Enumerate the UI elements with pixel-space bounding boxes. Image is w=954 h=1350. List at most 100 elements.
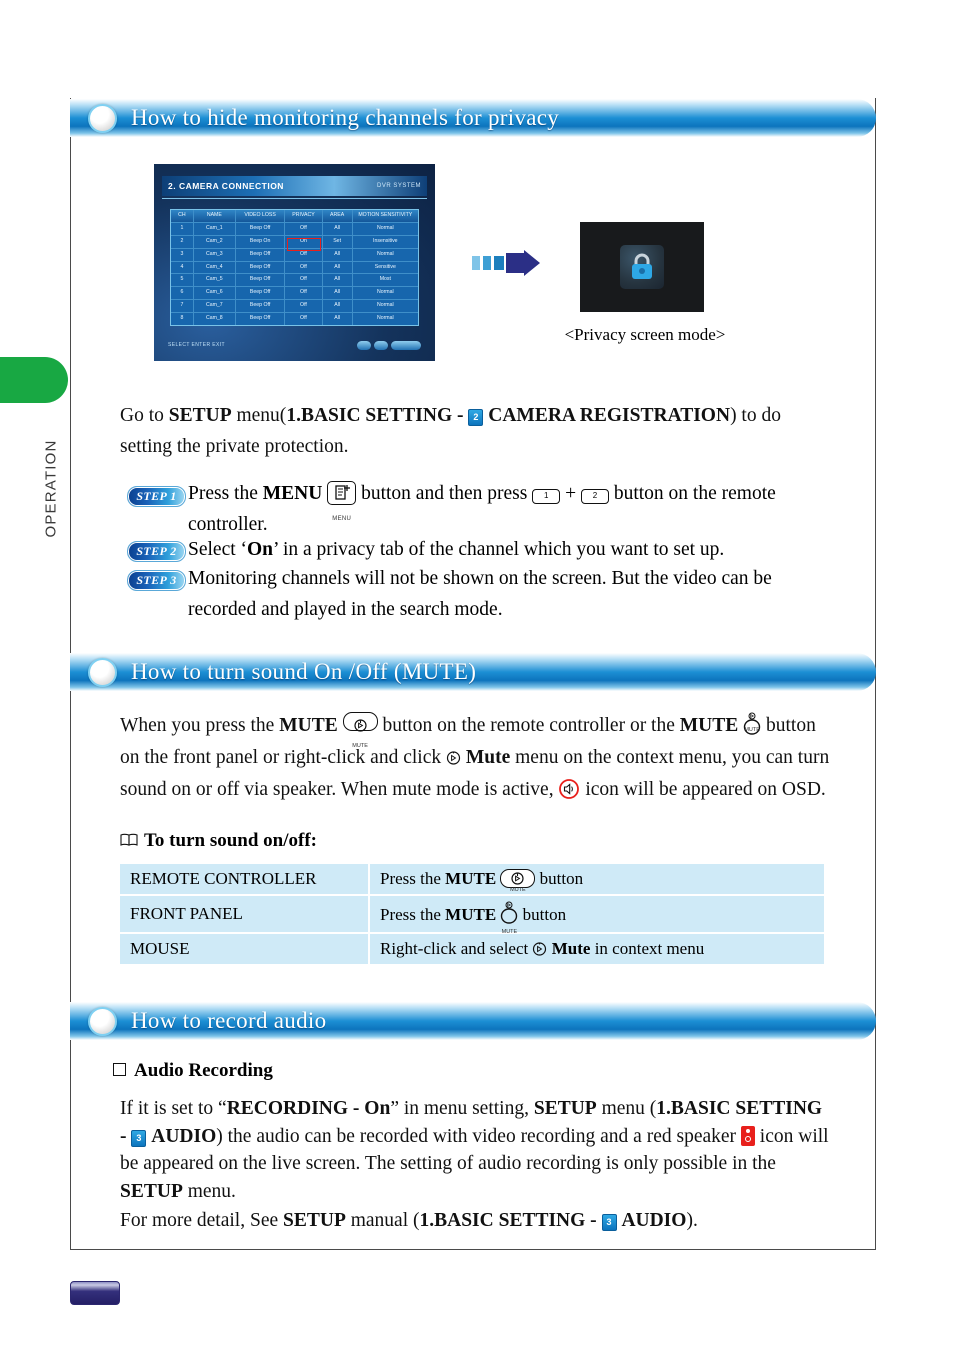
dvr-cell-privacy: Off [285,222,323,235]
privacy-screen-mode-image [580,222,704,312]
context-mute-icon [446,744,461,765]
dvr-cell-ch: 4 [171,261,194,274]
front-panel-mute-label: MUTE [744,727,760,733]
step2-a: Select ‘ [188,539,248,560]
audio-t5: ) the audio can be recorded with video r… [216,1125,741,1147]
dvr-cell-vloss: Beep Off [236,300,286,313]
audio-b4: AUDIO [151,1125,217,1147]
dvr-cell-area: All [323,248,353,261]
front-panel-mute-label: MUTE [501,929,518,935]
section-title: How to turn sound On /Off (MUTE) [131,659,477,684]
dvr-cell-area: All [323,222,353,235]
audio2-b3: AUDIO [621,1210,687,1231]
audio-b2: SETUP [533,1098,597,1119]
key-1-icon: 1 [532,489,561,504]
mute-subheading: To turn sound on/off: [120,830,317,852]
dvr-cell-ch: 3 [171,248,194,261]
dvr-footer-hints: SELECT ENTER EXIT [168,342,225,348]
step-2-text: Select ‘On’ in a privacy tab of the chan… [188,534,848,565]
dvr-col-area: AREA [323,210,353,222]
dvr-camera-table: CH NAME VIDEO LOSS PRIVACY AREA MOTION S… [170,209,419,326]
step-3-text: Monitoring channels will not be shown on… [188,568,772,620]
intro-text-e: - [452,405,469,426]
table-row: REMOTE CONTROLLER Press the MUTE MUTE bu… [120,864,824,896]
mute-osd-icon [558,778,580,800]
dvr-table-header-row: CH NAME VIDEO LOSS PRIVACY AREA MOTION S… [171,210,418,223]
table-row: MOUSE Right-click and select Mute in con… [120,933,824,966]
dvr-cell-privacy: Off [285,274,323,287]
side-section-label: OPERATION [42,439,60,538]
front-panel-mute-button-icon: MUTE [743,712,761,738]
dvr-cell-area: All [323,287,353,300]
mute-t2: button on the remote controller or the [377,715,680,736]
dvr-table-row: 4 Cam_4 Beep Off Off All Sensitive [171,261,418,275]
step2-on: On [247,539,274,560]
dvr-footer-cancel-button [391,340,421,350]
key-2-icon: 2 [580,489,609,504]
audio2-t1: For more detail, See [120,1210,283,1231]
dvr-footer-button [374,340,388,350]
dvr-cell-area: All [323,313,353,326]
dvr-cell-sens: Insensitive [373,237,398,244]
audio-b1: RECORDING - On [226,1098,391,1119]
audio2-b1: SETUP [283,1210,346,1231]
dvr-cell-name: Cam_4 [194,261,236,274]
intro-camera-registration: CAMERA REGISTRATION [488,405,731,426]
dvr-cell-name: Cam_8 [194,313,236,326]
dvr-cell-vloss: Beep Off [236,287,286,300]
intro-text-a: Go to [120,405,169,426]
table-cell-value: Press the MUTE MUTE button [369,864,824,896]
table-cell-key: REMOTE CONTROLLER [120,864,370,896]
context-mute-icon [532,941,547,956]
dvr-cell-area: Set [323,235,353,248]
step1-a: Press the [188,483,263,504]
dvr-cell-privacy: Off [285,313,323,326]
mute-paragraph: When you press the MUTE MUTE button on t… [120,710,835,806]
dvr-cell-sens: Normal [376,302,394,309]
mute-t1: When you press the [120,715,280,736]
row2-va: Right-click and select [380,939,533,958]
audio2-t3: ). [686,1210,698,1231]
audio-b3: 1.BASIC SETTING [656,1098,823,1119]
dvr-cell-ch: 1 [171,222,194,235]
remote-mute-button-icon: MUTE [500,869,536,893]
dvr-cell-sens: Most [379,276,391,283]
dvr-cell-ch: 7 [171,300,194,313]
step-2-badge: STEP 2 [127,541,186,562]
bullet-circle-icon [88,657,117,687]
table-cell-key: FRONT PANEL [120,895,370,934]
audio2-t2: manual ( [345,1210,420,1231]
remote-mute-button-icon: MUTE [342,712,378,749]
dvr-cell-vloss: Beep Off [236,222,286,235]
dvr-cell-area: All [323,300,353,313]
row1-vc: button [518,905,567,924]
dvr-cell-name: Cam_1 [194,222,236,235]
dvr-footer-buttons [357,340,421,350]
dvr-table-row: 6 Cam_6 Beep Off Off All Normal [171,287,418,301]
section-header-mute: How to turn sound On /Off (MUTE) [70,653,876,691]
table-cell-value: Right-click and select Mute in context m… [369,933,824,966]
dvr-cell-ch: 2 [171,235,194,248]
front-panel-mute-button-icon: MUTE [500,901,518,935]
book-icon [120,831,138,846]
dvr-table-row: 1 Cam_1 Beep Off Off All Normal [171,222,418,236]
dvr-cell-name: Cam_5 [194,274,236,287]
row1-vb: MUTE [445,905,497,924]
dvr-cell-name: Cam_6 [194,287,236,300]
remote-mute-label: MUTE [352,743,368,749]
dvr-cell-sens: Sensitive [374,263,396,270]
dvr-cell-privacy: Off [285,300,323,313]
dvr-camera-connection-screenshot: 2. CAMERA CONNECTION DVR SYSTEM CH NAME … [154,164,435,361]
row0-vc: button [535,869,584,888]
section-color-tab [0,357,68,403]
menu-button-label: MENU [332,516,352,522]
dvr-cell-name: Cam_7 [194,300,236,313]
audio-subheading-text: Audio Recording [134,1060,273,1081]
menu-number-chip-icon: 3 [131,1129,147,1147]
dvr-titlebar: 2. CAMERA CONNECTION DVR SYSTEM [162,176,427,196]
mute-methods-table: REMOTE CONTROLLER Press the MUTE MUTE bu… [120,864,824,966]
step2-c: ’ in a privacy tab of the channel which … [273,539,725,560]
row2-vb: Mute [551,939,591,958]
red-speaker-icon [740,1125,755,1146]
dvr-cell-vloss: Beep Off [236,248,286,261]
